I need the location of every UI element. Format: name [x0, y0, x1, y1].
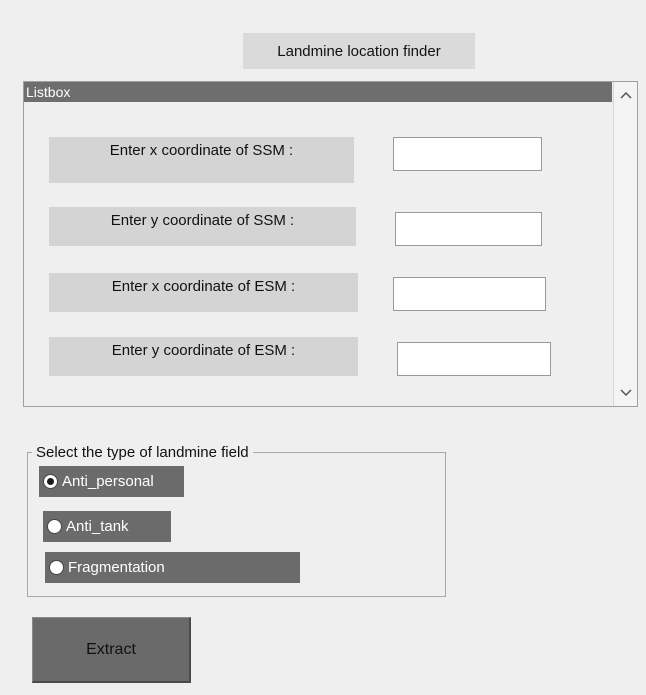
radio-anti-tank-label: Anti_tank — [66, 518, 129, 535]
chevron-down-icon[interactable] — [614, 382, 637, 404]
ssm-x-input[interactable] — [393, 137, 542, 171]
chevron-up-icon[interactable] — [614, 84, 637, 106]
esm-y-label: Enter y coordinate of ESM : — [49, 337, 358, 376]
app-window: Landmine location finder Listbox Enter x… — [0, 0, 646, 695]
listbox-scrollbar[interactable] — [613, 82, 637, 406]
app-title-text: Landmine location finder — [277, 42, 441, 60]
ssm-x-label: Enter x coordinate of SSM : — [49, 137, 354, 183]
ssm-y-input[interactable] — [395, 212, 542, 246]
radio-fragmentation[interactable]: Fragmentation — [45, 552, 300, 583]
radio-anti-personal-label: Anti_personal — [62, 473, 154, 490]
radio-anti-tank[interactable]: Anti_tank — [43, 511, 171, 542]
extract-button[interactable]: Extract — [32, 617, 191, 683]
radio-fragmentation-label: Fragmentation — [68, 559, 165, 576]
esm-x-input[interactable] — [393, 277, 546, 311]
ssm-y-label: Enter y coordinate of SSM : — [49, 207, 356, 246]
esm-x-label: Enter x coordinate of ESM : — [49, 273, 358, 312]
radio-unselected-icon[interactable] — [49, 560, 64, 575]
radio-anti-personal[interactable]: Anti_personal — [39, 466, 184, 497]
app-title: Landmine location finder — [243, 33, 475, 69]
radio-unselected-icon[interactable] — [47, 519, 62, 534]
listbox-header: Listbox — [24, 82, 612, 102]
esm-y-input[interactable] — [397, 342, 551, 376]
radio-selected-icon[interactable] — [43, 474, 58, 489]
landmine-type-legend: Select the type of landmine field — [32, 444, 253, 461]
